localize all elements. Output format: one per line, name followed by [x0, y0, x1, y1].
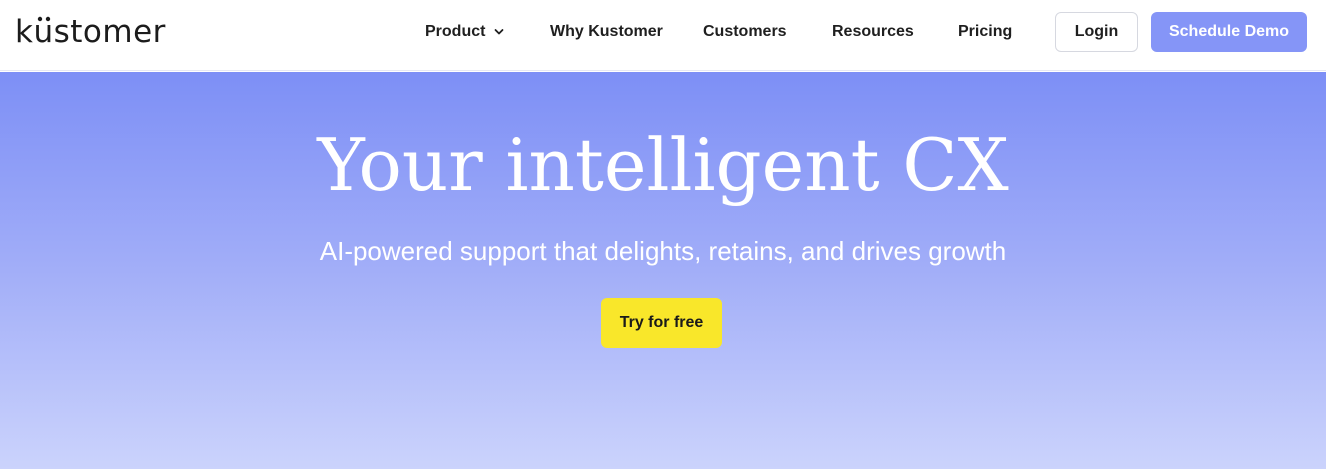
nav-item-customers[interactable]: Customers [703, 22, 787, 42]
nav-item-why-kustomer[interactable]: Why Kustomer [550, 22, 663, 42]
chevron-down-icon [495, 29, 504, 35]
hero-section: Your intelligent CX AI-powered support t… [0, 72, 1326, 469]
logo-text-end: stomer [53, 14, 166, 50]
nav-item-product[interactable]: Product [425, 22, 504, 42]
kustomer-logo[interactable]: k ustomer [15, 12, 166, 52]
hero-subtitle: AI-powered support that delights, retain… [319, 236, 1007, 266]
nav-item-label: Product [425, 23, 486, 40]
logo-accent-letter: u [33, 14, 54, 50]
site-header: k ustomer Product Why Kustomer Customers … [0, 0, 1326, 71]
nav-item-pricing[interactable]: Pricing [958, 22, 1012, 42]
nav-item-label: Customers [703, 23, 787, 40]
hero-title: Your intelligent CX [317, 123, 1009, 207]
schedule-demo-button[interactable]: Schedule Demo [1151, 12, 1307, 52]
nav-item-resources[interactable]: Resources [832, 22, 914, 42]
logo-dots-icon [37, 16, 50, 22]
nav-item-label: Resources [832, 23, 914, 40]
nav-item-label: Pricing [958, 23, 1013, 40]
nav-item-label: Why Kustomer [550, 23, 663, 40]
logo-text-start: k [15, 14, 34, 50]
login-button[interactable]: Login [1055, 12, 1138, 52]
try-for-free-button[interactable]: Try for free [601, 298, 722, 348]
